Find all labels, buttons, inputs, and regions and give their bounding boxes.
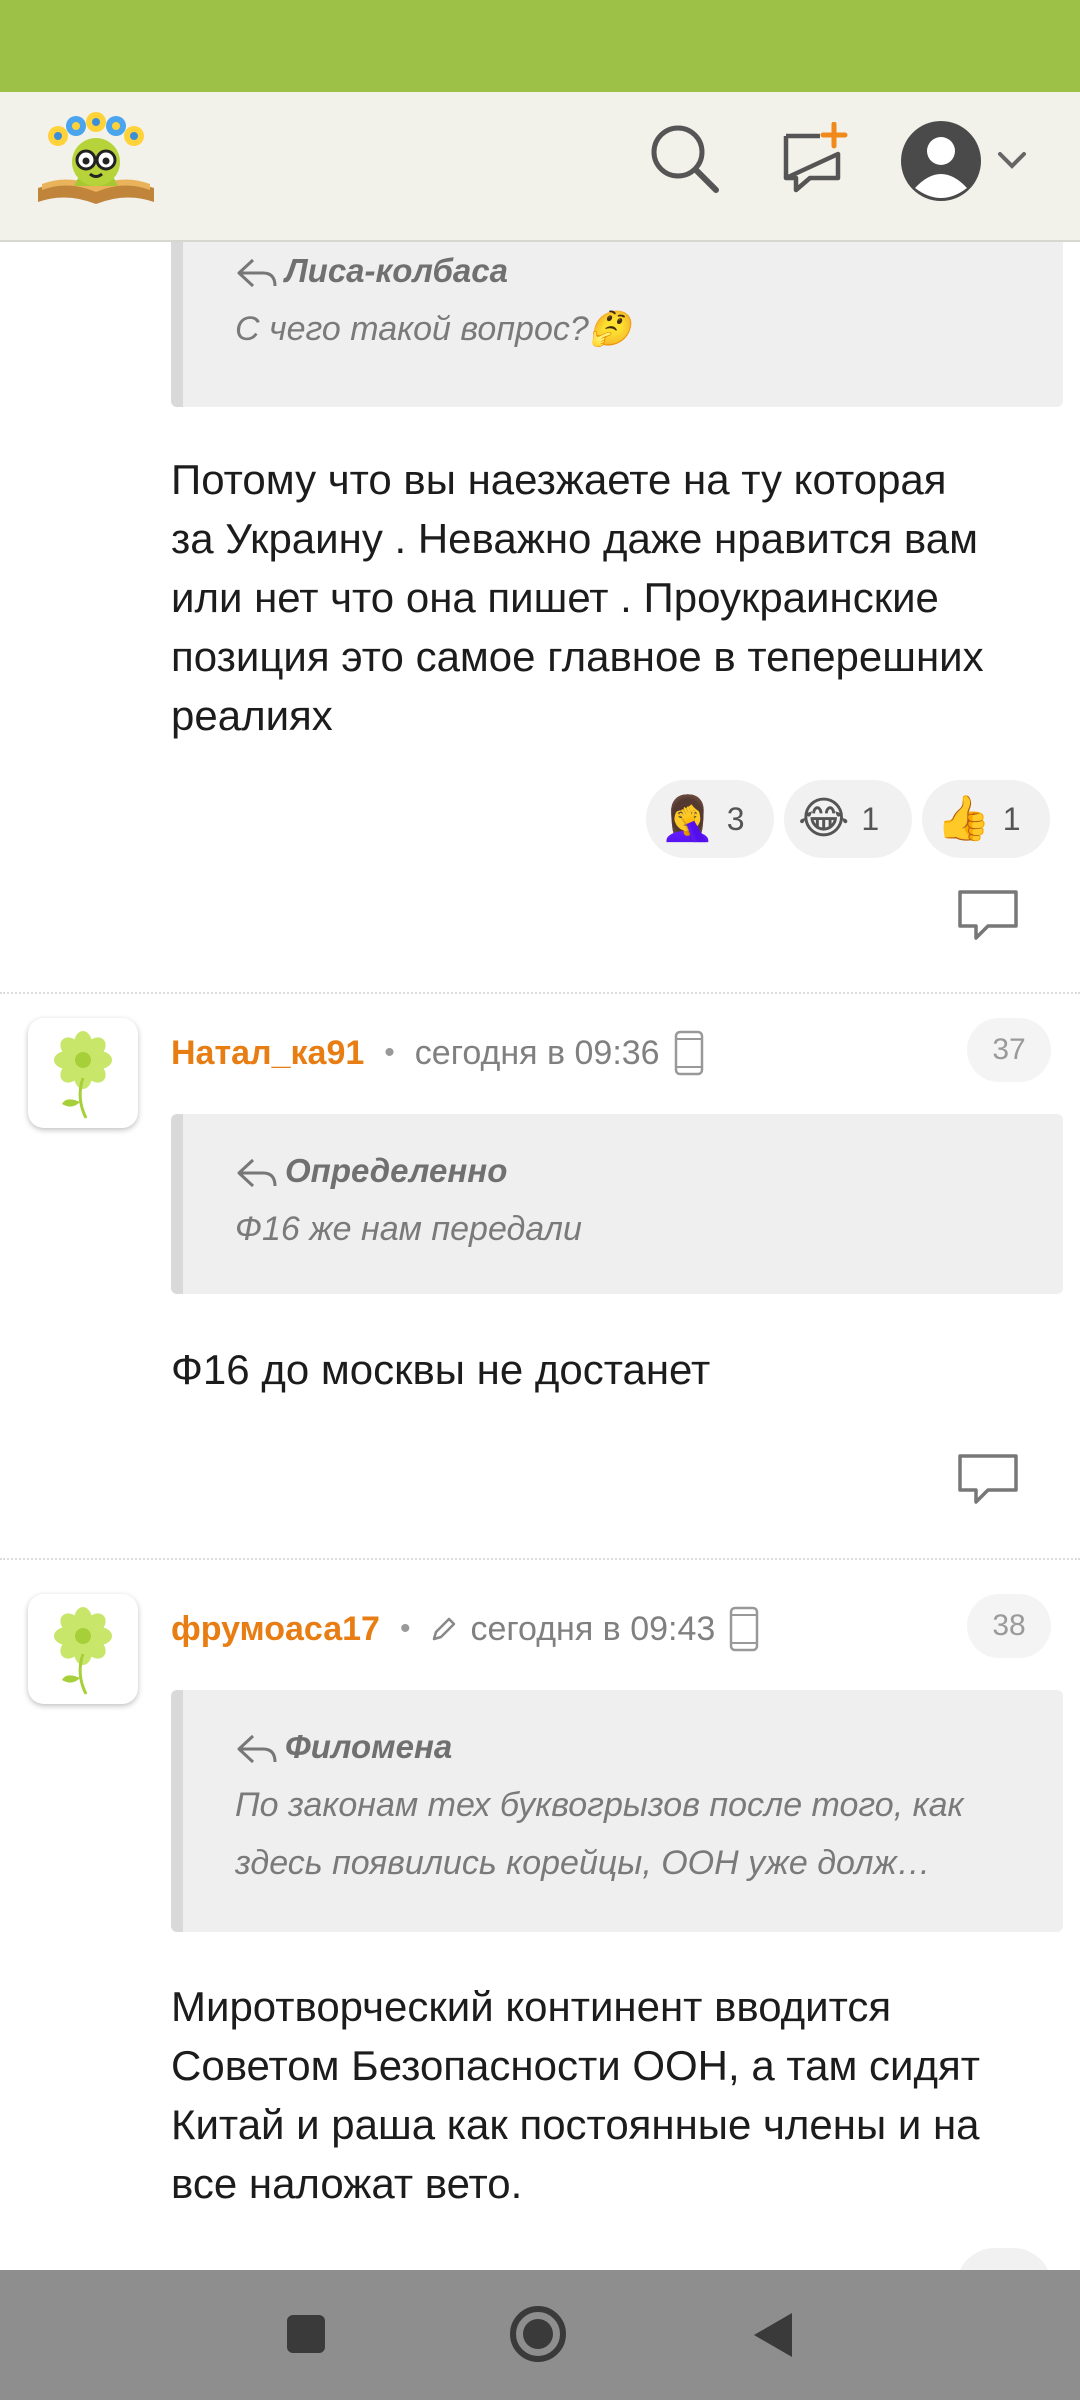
- comment-meta: фрумоаса17 • сегодня в 09:43: [171, 1604, 759, 1654]
- quote-author: Филомена: [285, 1728, 453, 1765]
- comment-author-link[interactable]: Натал_ка91: [171, 1034, 364, 1073]
- reaction-count: 3: [726, 800, 745, 837]
- home-icon[interactable]: [508, 2304, 568, 2364]
- reaction-facepalm[interactable]: 🤦‍♀️ 3: [646, 780, 774, 858]
- quote-block[interactable]: Определенно Ф16 же нам передали: [171, 1114, 1063, 1294]
- search-icon[interactable]: [646, 120, 722, 196]
- comment-text: Потому что вы наезжаете на ту которая за…: [171, 456, 984, 739]
- comment-divider: [0, 992, 1080, 994]
- reply-arrow-icon: [237, 259, 277, 288]
- meta-separator: •: [384, 1036, 395, 1069]
- mobile-device-icon: [674, 1030, 703, 1076]
- quote-text: Ф16 же нам передали: [235, 1210, 582, 1248]
- reaction-count: 1: [1002, 800, 1021, 837]
- reaction-partial[interactable]: [956, 2248, 1052, 2270]
- meta-separator: •: [399, 1612, 411, 1645]
- quote-author: Определенно: [285, 1152, 508, 1189]
- comment-text: Ф16 до москвы не достанет: [171, 1346, 711, 1393]
- profile-menu-button[interactable]: [898, 118, 1038, 204]
- comment-meta: Натал_ка91 • сегодня в 09:36: [171, 1028, 704, 1078]
- quote-author: Лиса-колбаса: [285, 252, 508, 289]
- quote-block[interactable]: Лиса-колбаса С чего такой вопрос?🤔: [171, 242, 1063, 407]
- comment-divider: [0, 1558, 1080, 1560]
- comment-author-link[interactable]: фрумоаса17: [171, 1610, 380, 1649]
- comment-text: Миротворческий континент вводится Совето…: [171, 1983, 980, 2207]
- reply-arrow-icon: [237, 1735, 277, 1764]
- recent-apps-icon[interactable]: [284, 2312, 328, 2356]
- thumbs-up-emoji-icon: 👍: [936, 794, 991, 843]
- user-avatar-flower-icon[interactable]: [28, 1018, 138, 1128]
- comment-time: сегодня в 09:43: [470, 1609, 716, 1648]
- reaction-count: 1: [861, 800, 880, 837]
- reply-comment-icon[interactable]: [956, 888, 1020, 944]
- profile-avatar-icon: [901, 121, 981, 201]
- chevron-down-icon: [998, 152, 1026, 169]
- status-bar: [0, 0, 1080, 92]
- comment-number-badge[interactable]: 38: [967, 1594, 1051, 1658]
- reply-comment-icon[interactable]: [956, 1452, 1020, 1508]
- quote-text: С чего такой вопрос?🤔: [235, 310, 632, 348]
- quote-block[interactable]: Филомена По законам тех буквогрызов посл…: [171, 1690, 1063, 1932]
- back-icon[interactable]: [750, 2310, 796, 2360]
- user-avatar-flower-icon[interactable]: [28, 1594, 138, 1704]
- comment-time: сегодня в 09:36: [414, 1033, 660, 1072]
- reaction-laugh[interactable]: 😂 1: [784, 780, 912, 858]
- reaction-thumbs-up[interactable]: 👍 1: [922, 780, 1050, 858]
- facepalm-emoji-icon: 🤦‍♀️: [660, 794, 715, 843]
- comment-number-badge[interactable]: 37: [967, 1018, 1051, 1082]
- laughing-emoji-icon: 😂: [798, 794, 850, 843]
- logo-icon[interactable]: [34, 110, 158, 210]
- new-message-icon[interactable]: [776, 122, 852, 198]
- reply-arrow-icon: [237, 1159, 277, 1188]
- mobile-device-icon: [730, 1606, 759, 1652]
- edited-pencil-icon: [433, 1617, 456, 1641]
- quote-text: По законам тех буквогрызов после того, к…: [235, 1786, 964, 1882]
- comments-feed[interactable]: Лиса-колбаса С чего такой вопрос?🤔 Потом…: [0, 242, 1080, 2270]
